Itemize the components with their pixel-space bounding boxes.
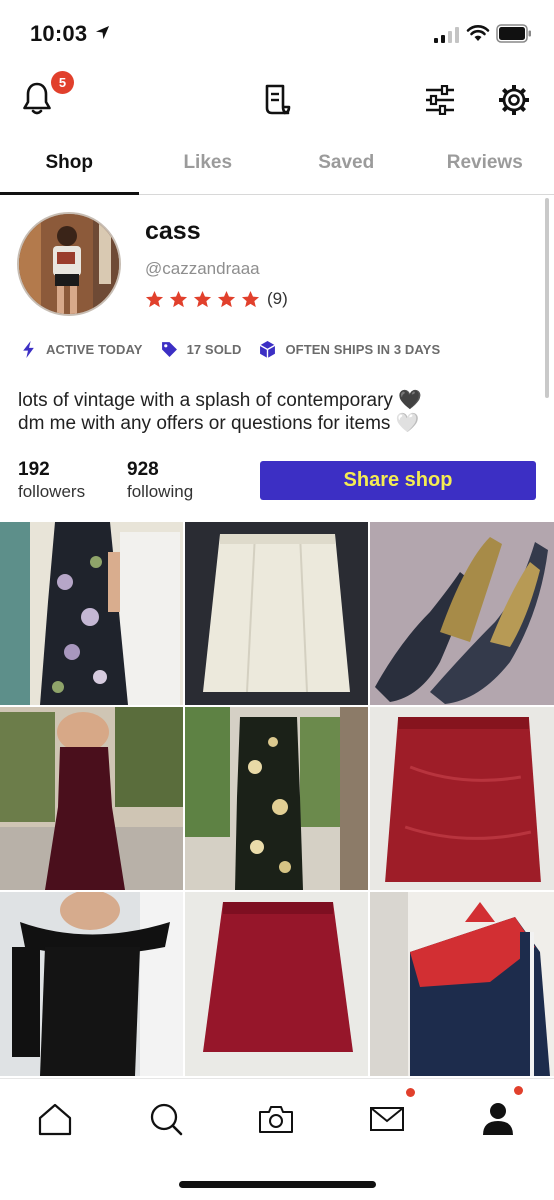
listings-grid	[0, 522, 554, 1078]
nav-inbox-button[interactable]	[365, 1097, 409, 1141]
star-icon	[193, 290, 212, 307]
badge-shipping: OFTEN SHIPS IN 3 DAYS	[259, 341, 440, 358]
tab-likes[interactable]: Likes	[139, 140, 278, 194]
search-icon	[150, 1103, 183, 1136]
followers-label: followers	[18, 482, 86, 501]
velvet-off-shoulder-dress-photo	[0, 892, 183, 1076]
listing-tile[interactable]	[0, 707, 183, 890]
nav-home-button[interactable]	[33, 1097, 77, 1141]
followers-stat[interactable]: 192 followers	[18, 459, 85, 502]
listing-tile[interactable]	[0, 522, 183, 705]
followers-count: 192	[18, 459, 50, 480]
listing-tile[interactable]	[370, 522, 554, 705]
status-bar: 10:03	[0, 0, 554, 66]
nav-search-button[interactable]	[144, 1097, 188, 1141]
tag-icon	[161, 342, 177, 357]
track-jacket-photo	[370, 892, 554, 1076]
filters-button[interactable]	[418, 78, 462, 122]
share-shop-button[interactable]: Share shop	[260, 461, 536, 500]
tab-reviews[interactable]: Reviews	[416, 140, 554, 194]
star-icon	[241, 290, 260, 307]
settings-button[interactable]	[492, 78, 536, 122]
rating[interactable]: (9)	[145, 289, 288, 309]
rating-count: (9)	[267, 289, 288, 308]
location-arrow-icon	[95, 25, 110, 40]
home-indicator[interactable]	[179, 1181, 376, 1188]
notification-count-badge: 5	[51, 71, 74, 94]
bio-line-1: lots of vintage with a splash of contemp…	[18, 390, 422, 411]
profile-name: cass	[145, 217, 201, 245]
following-label: following	[127, 482, 194, 501]
listing-tile[interactable]	[370, 707, 554, 890]
badge-sold-label: 17 SOLD	[186, 342, 242, 357]
nav-profile-button[interactable]	[476, 1097, 520, 1141]
profile-tabs: Shop Likes Saved Reviews	[0, 140, 554, 195]
profile-icon	[483, 1103, 513, 1135]
avatar-photo	[19, 214, 119, 314]
camera-icon	[259, 1106, 293, 1133]
scroll-indicator	[545, 198, 549, 398]
burgundy-gown-photo	[0, 707, 183, 890]
tab-shop[interactable]: Shop	[0, 140, 139, 195]
inbox-icon	[370, 1107, 404, 1131]
tab-saved[interactable]: Saved	[277, 140, 416, 194]
cellular-signal-icon	[434, 27, 459, 43]
bell-icon	[23, 82, 51, 115]
top-nav	[0, 66, 554, 130]
floral-dress-photo	[0, 522, 183, 705]
seller-badges: ACTIVE TODAY 17 SOLD OFTEN SHIPS IN 3 DA…	[20, 341, 458, 358]
bio-line-2: dm me with any offers or questions for i…	[18, 413, 420, 434]
following-stat[interactable]: 928 following	[127, 459, 193, 502]
star-icon	[145, 290, 164, 307]
floral-slip-dress-photo	[185, 707, 368, 890]
receipt-icon	[265, 84, 291, 115]
badge-sold: 17 SOLD	[161, 341, 242, 358]
snakeskin-heels-photo	[370, 522, 554, 705]
cream-skirt-photo	[185, 522, 368, 705]
red-suede-skirt-photo	[370, 707, 554, 890]
red-mini-skirt-photo	[185, 892, 368, 1076]
listing-tile[interactable]	[185, 892, 368, 1076]
listing-tile[interactable]	[185, 707, 368, 890]
wifi-icon	[466, 25, 490, 41]
home-icon	[38, 1103, 72, 1136]
battery-icon	[496, 24, 531, 43]
inbox-unread-dot	[406, 1088, 415, 1097]
profile-handle: @cazzandraaa	[145, 259, 260, 278]
profile-bio: lots of vintage with a splash of contemp…	[18, 389, 538, 435]
following-count: 928	[127, 459, 159, 480]
star-icon	[217, 290, 236, 307]
listing-tile[interactable]	[0, 892, 183, 1076]
nav-sell-button[interactable]	[254, 1097, 298, 1141]
sliders-icon	[426, 85, 454, 115]
package-icon	[260, 341, 276, 358]
star-icon	[169, 290, 188, 307]
lightning-icon	[23, 341, 34, 358]
badge-active: ACTIVE TODAY	[20, 341, 143, 358]
profile-unread-dot	[514, 1086, 523, 1095]
avatar[interactable]	[17, 212, 121, 316]
gear-icon	[499, 85, 529, 115]
badge-active-label: ACTIVE TODAY	[46, 342, 143, 357]
badge-shipping-label: OFTEN SHIPS IN 3 DAYS	[285, 342, 441, 357]
listings-receipt-button[interactable]	[255, 78, 299, 122]
listing-tile[interactable]	[370, 892, 554, 1076]
status-time: 10:03	[30, 21, 88, 46]
listing-tile[interactable]	[185, 522, 368, 705]
